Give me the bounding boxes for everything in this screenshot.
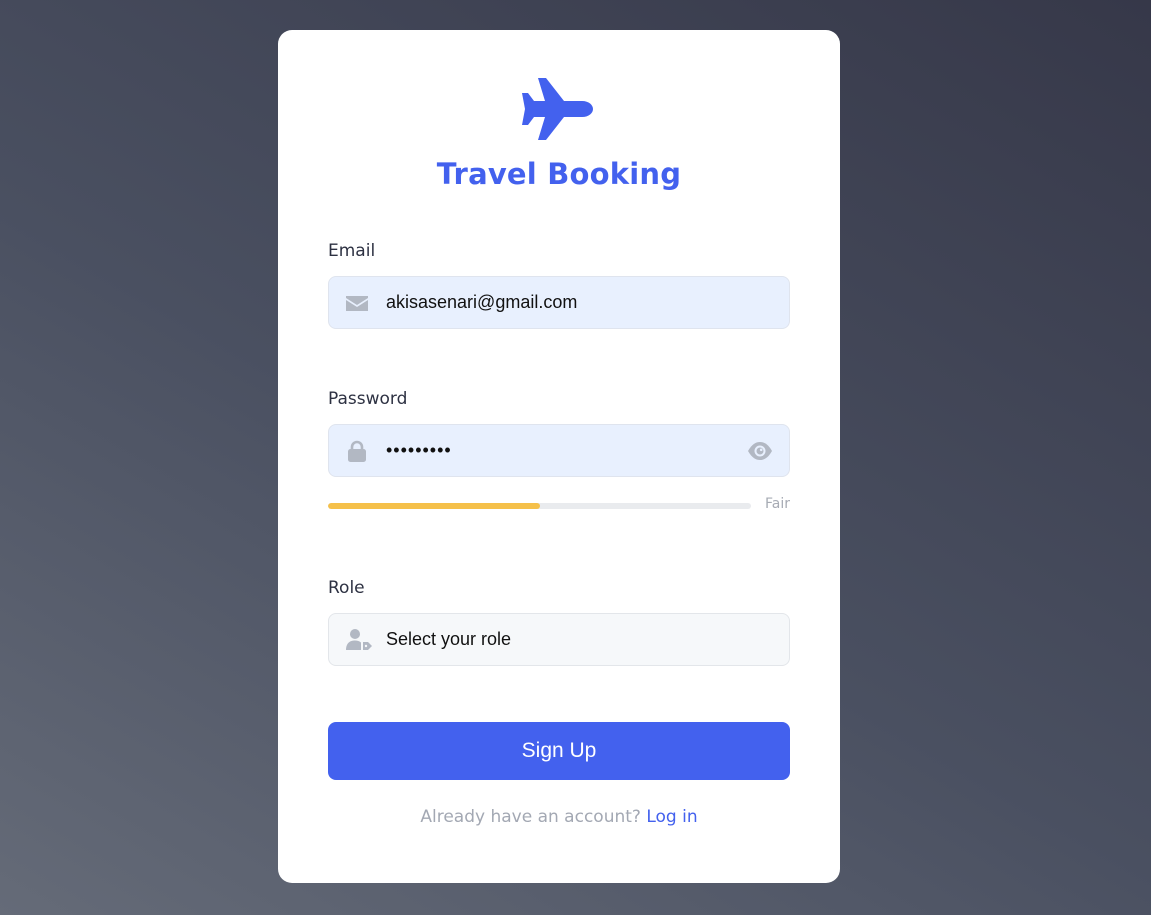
password-field[interactable]: ••••••••• (328, 424, 790, 477)
airplane-icon (522, 78, 593, 140)
login-prompt-text: Already have an account? (420, 807, 647, 827)
role-value: Select your role (386, 629, 512, 649)
user-tag-icon (346, 629, 372, 650)
password-value: ••••••••• (386, 440, 452, 460)
lock-icon (348, 440, 366, 462)
login-prompt: Already have an account? Log in (278, 807, 840, 827)
email-label: Email (328, 241, 376, 261)
password-label: Password (328, 389, 408, 409)
role-label: Role (328, 578, 365, 598)
password-strength-bar (328, 503, 751, 509)
role-select[interactable]: Select your role (328, 613, 790, 666)
envelope-icon (346, 296, 368, 311)
eye-icon[interactable] (747, 439, 773, 463)
app-title: Travel Booking (436, 157, 682, 191)
signup-card: Travel Booking Email akisasenari@gmail.c… (278, 30, 840, 883)
password-strength-label: Fair (765, 496, 790, 512)
login-link[interactable]: Log in (646, 807, 697, 827)
email-value: akisasenari@gmail.com (386, 292, 578, 312)
password-strength-fill (328, 503, 540, 509)
signup-button[interactable]: Sign Up (328, 722, 790, 780)
email-field[interactable]: akisasenari@gmail.com (328, 276, 790, 329)
